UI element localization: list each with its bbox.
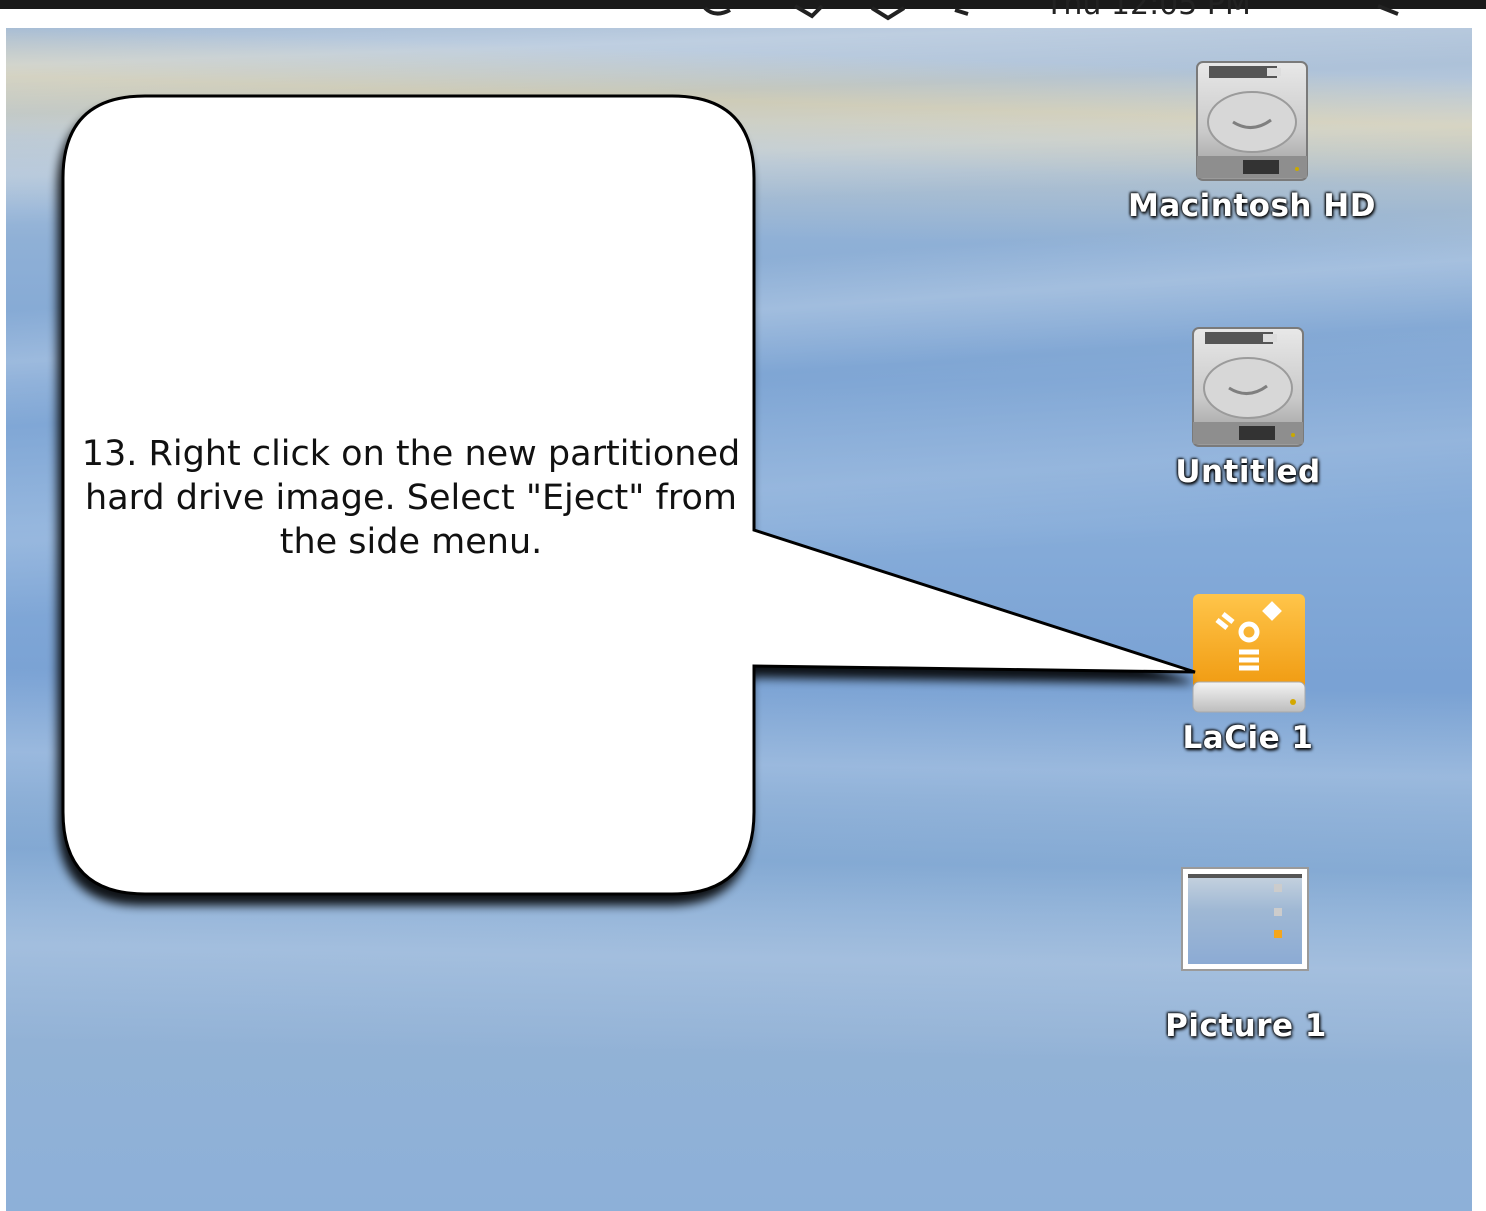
icon-label: LaCie 1 <box>1182 720 1314 756</box>
hard-drive-icon <box>1192 327 1304 447</box>
desktop-icon-macintosh-hd[interactable]: Macintosh HD <box>1112 56 1392 224</box>
screenshot-file-icon <box>1181 867 1309 971</box>
desktop-icon-untitled[interactable]: Untitled <box>1108 322 1388 490</box>
menu-bar-remnant: Thu 12:05 PM <box>0 0 1486 28</box>
callout-text: 13. Right click on the new partitioned h… <box>81 434 741 562</box>
spotlight-icon <box>1377 4 1399 16</box>
icon-label: Macintosh HD <box>1128 188 1376 224</box>
desktop-icon-lacie-1[interactable]: LaCie 1 <box>1108 590 1388 756</box>
icon-label: Picture 1 <box>1165 1008 1327 1044</box>
screenshot-frame: Thu 12:05 PM Macintosh HD Untitled LaCie… <box>0 0 1486 1211</box>
firewire-drive-icon <box>1192 594 1306 713</box>
desktop-icon-picture-1[interactable]: Picture 1 <box>1106 864 1386 1044</box>
menu-extras-icons <box>703 4 969 21</box>
menu-clock: Thu 12:05 PM <box>1044 0 1251 22</box>
icon-label: Untitled <box>1175 454 1321 490</box>
desktop[interactable]: Macintosh HD Untitled LaCie 1 Picture 1 <box>6 28 1472 1211</box>
hard-drive-icon <box>1196 61 1308 181</box>
